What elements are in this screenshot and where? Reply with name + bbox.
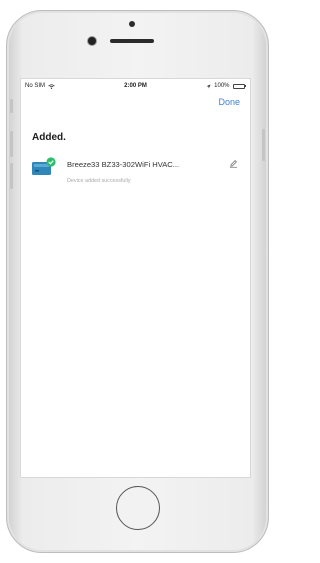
done-button[interactable]: Done [218, 97, 240, 107]
phone-screen: No SIM 2:00 PM 100% Done Added. Breeze33… [20, 78, 251, 478]
status-bar: No SIM 2:00 PM 100% [21, 79, 250, 93]
power-button [262, 129, 265, 161]
volume-up-button [10, 131, 13, 157]
volume-down-button [10, 163, 13, 189]
device-name: Breeze33 BZ33-302WiFi HVAC... [67, 160, 180, 169]
front-camera [88, 37, 96, 45]
home-button[interactable] [116, 486, 160, 530]
hvac-device-icon [32, 157, 56, 175]
proximity-sensor [129, 21, 135, 27]
mute-switch [10, 99, 13, 113]
status-time: 2:00 PM [124, 83, 147, 89]
device-list-item[interactable]: Breeze33 BZ33-302WiFi HVAC... Device add… [32, 155, 242, 195]
edit-icon[interactable] [229, 159, 238, 168]
earpiece-speaker [110, 39, 154, 43]
page-title: Added. [32, 132, 66, 143]
device-status: Device added successfully [67, 178, 131, 184]
